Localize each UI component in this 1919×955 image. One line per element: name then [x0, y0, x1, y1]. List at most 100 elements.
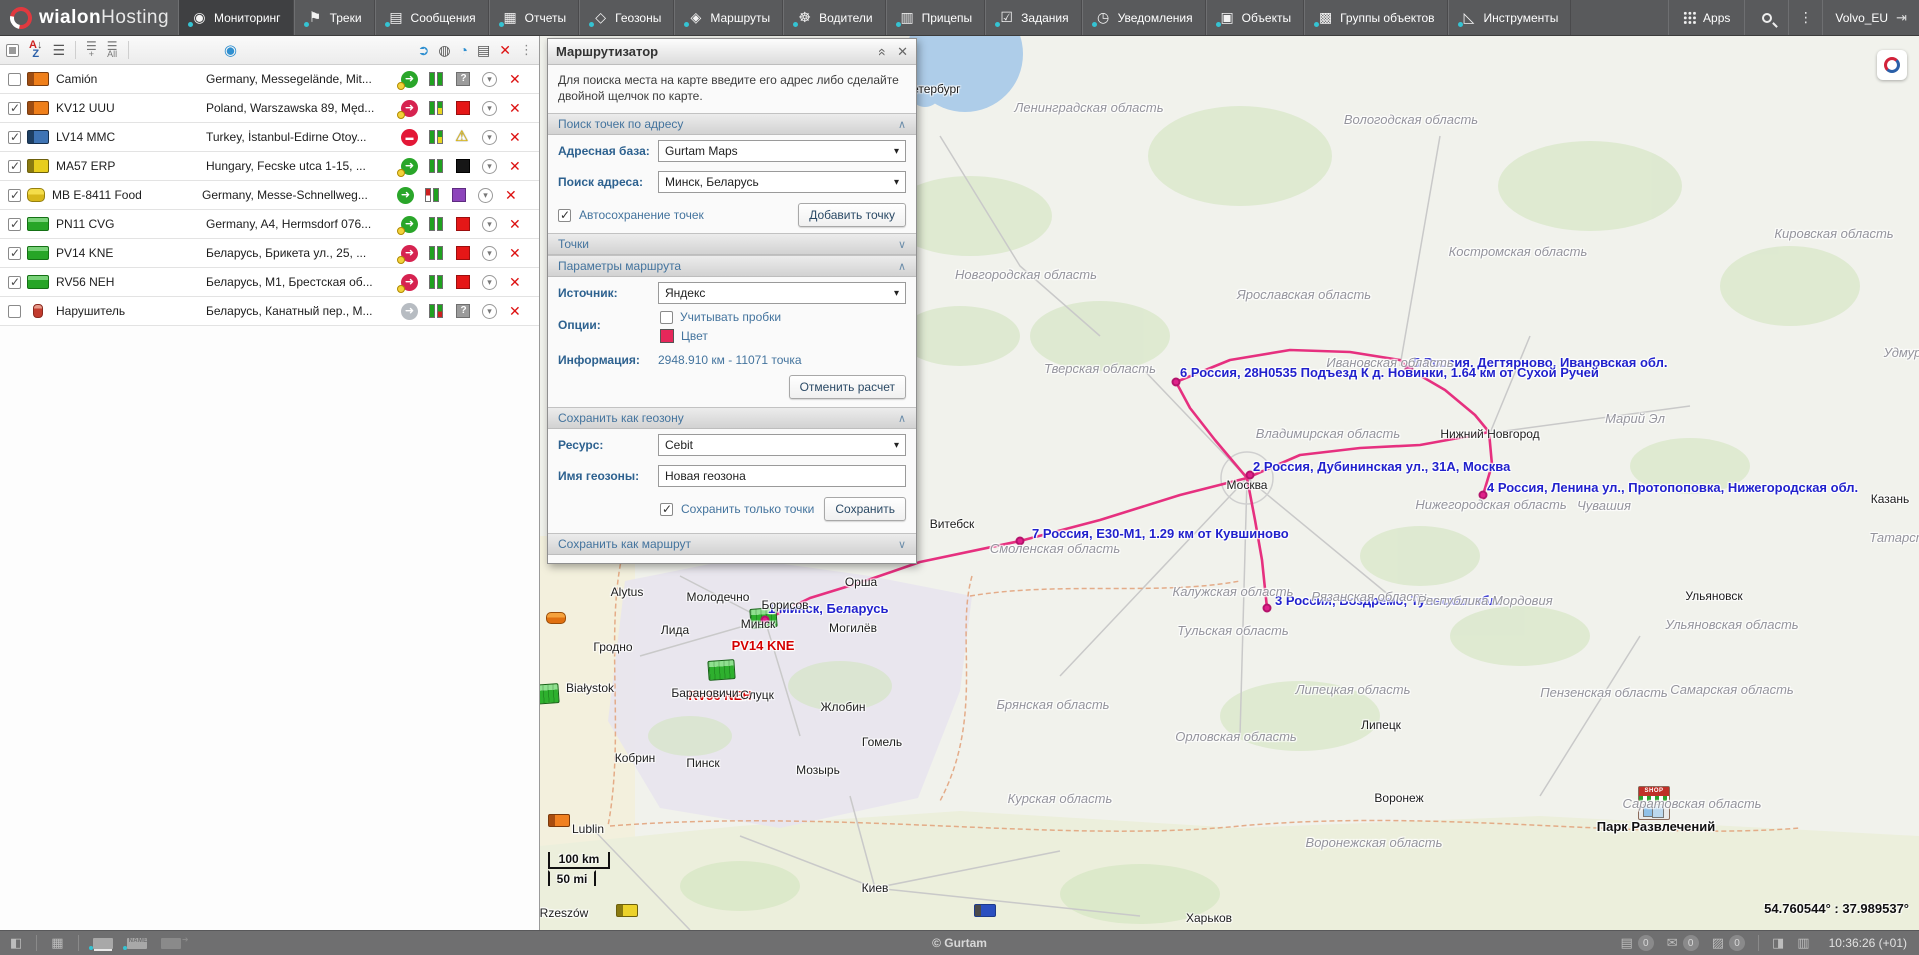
- close-panel-icon[interactable]: ✕: [897, 44, 908, 60]
- unit-menu-chevron-icon[interactable]: [482, 101, 497, 116]
- address-base-select[interactable]: Gurtam Maps▾: [658, 140, 906, 162]
- unit-status-icon[interactable]: [452, 188, 466, 202]
- grid-view-icon[interactable]: ▦: [51, 935, 63, 951]
- nav-tab[interactable]: Прицепы: [886, 0, 986, 35]
- unit-row[interactable]: Camión Germany, Messegelände, Mit...: [0, 65, 539, 94]
- unit-menu-chevron-icon[interactable]: [482, 217, 497, 232]
- nav-tab[interactable]: Задания: [985, 0, 1081, 35]
- section-points[interactable]: Точки ∨: [548, 233, 916, 255]
- save-button[interactable]: Сохранить: [824, 497, 906, 521]
- resource-select[interactable]: Cebit▾: [658, 434, 906, 456]
- unit-menu-chevron-icon[interactable]: [482, 246, 497, 261]
- unit-row[interactable]: Нарушитель Беларусь, Канатный пер., М...: [0, 297, 539, 326]
- monitor-columns-icon[interactable]: ▤: [477, 42, 490, 58]
- unit-name[interactable]: Нарушитель: [56, 304, 206, 318]
- user-menu[interactable]: Volvo_EU ⇥: [1822, 0, 1919, 35]
- gps-state-icon[interactable]: ◔: [460, 42, 468, 58]
- show-units-on-map-icon[interactable]: [93, 938, 113, 949]
- unit-status-icon[interactable]: [456, 130, 470, 144]
- mail-counter[interactable]: ✉ 0: [1667, 935, 1699, 951]
- satellite-connection-icon[interactable]: ◍: [438, 42, 450, 58]
- unit-row[interactable]: PV14 KNE Беларусь, Брикета ул., 25, ...: [0, 239, 539, 268]
- unit-name[interactable]: MB E-8411 Food: [52, 188, 202, 202]
- unit-menu-chevron-icon[interactable]: [482, 130, 497, 145]
- follow-units-icon[interactable]: [161, 938, 181, 949]
- nav-tab[interactable]: Мониторинг: [178, 0, 294, 35]
- remove-unit-icon[interactable]: [509, 303, 521, 320]
- unit-visibility-checkbox[interactable]: [8, 189, 21, 202]
- nav-tab[interactable]: Сообщения: [375, 0, 489, 35]
- unit-status-icon[interactable]: [456, 275, 470, 289]
- remove-unit-icon[interactable]: [509, 245, 521, 262]
- address-search-select[interactable]: Минск, Беларусь▾: [658, 171, 906, 193]
- unit-visibility-checkbox[interactable]: [8, 131, 21, 144]
- unit-visibility-checkbox[interactable]: [8, 160, 21, 173]
- add-units-button[interactable]: ☰+: [86, 42, 97, 58]
- nav-tab[interactable]: Уведомления: [1082, 0, 1206, 35]
- section-search-by-address[interactable]: Поиск точек по адресу ∧: [548, 113, 916, 135]
- unit-name[interactable]: RV56 NEH: [56, 275, 206, 289]
- nav-tab[interactable]: Маршруты: [674, 0, 783, 35]
- unit-visibility-checkbox[interactable]: [8, 73, 21, 86]
- geofence-name-input[interactable]: Новая геозона: [658, 465, 906, 487]
- route-color-swatch[interactable]: [660, 329, 674, 343]
- remove-unit-icon[interactable]: [509, 158, 521, 175]
- unit-status-icon[interactable]: [456, 246, 470, 260]
- unit-name[interactable]: PN11 CVG: [56, 217, 206, 231]
- nav-tab[interactable]: Группы объектов: [1304, 0, 1447, 35]
- select-all-checkbox[interactable]: [6, 44, 19, 57]
- unit-name[interactable]: KV12 UUU: [56, 101, 206, 115]
- unit-row[interactable]: KV12 UUU Poland, Warszawska 89, Męd...: [0, 94, 539, 123]
- unit-visibility-checkbox[interactable]: [8, 276, 21, 289]
- section-save-as-geofence[interactable]: Сохранить как геозону ∧: [548, 407, 916, 429]
- unit-row[interactable]: LV14 MMC Turkey, İstanbul-Edirne Otoy...: [0, 123, 539, 152]
- unit-name[interactable]: Camión: [56, 72, 206, 86]
- save-points-only-checkbox[interactable]: [660, 503, 673, 516]
- unit-status-icon[interactable]: [456, 159, 470, 173]
- consider-traffic-checkbox[interactable]: [660, 311, 673, 324]
- section-save-as-route[interactable]: Сохранить как маршрут ∨: [548, 533, 916, 555]
- autosave-points-checkbox[interactable]: [558, 209, 571, 222]
- unit-menu-chevron-icon[interactable]: [482, 72, 497, 87]
- router-panel-header[interactable]: Маршрутизатор « ✕: [548, 39, 916, 65]
- unit-visibility-checkbox[interactable]: [8, 102, 21, 115]
- apps-button[interactable]: Apps: [1668, 0, 1744, 35]
- unit-menu-chevron-icon[interactable]: [482, 304, 497, 319]
- unit-row[interactable]: MA57 ERP Hungary, Fecske utca 1-15, ...: [0, 152, 539, 181]
- unit-row[interactable]: PN11 CVG Germany, A4, Hermsdorf 076...: [0, 210, 539, 239]
- events-counter[interactable]: ▤ 0: [1621, 935, 1654, 951]
- nav-tab[interactable]: Инструменты: [1448, 0, 1572, 35]
- unit-visibility-checkbox[interactable]: [8, 247, 21, 260]
- search-button[interactable]: [1744, 0, 1788, 35]
- remove-unit-icon[interactable]: [505, 187, 517, 204]
- unit-name[interactable]: MA57 ERP: [56, 159, 206, 173]
- remove-unit-icon[interactable]: [509, 100, 521, 117]
- show-unit-names-icon[interactable]: NAME: [127, 938, 147, 949]
- sort-az-button[interactable]: A↓Z: [29, 41, 42, 59]
- unit-status-icon[interactable]: [456, 72, 470, 86]
- unit-status-icon[interactable]: [456, 304, 470, 318]
- unit-row[interactable]: RV56 NEH Беларусь, М1, Брестская об...: [0, 268, 539, 297]
- nav-tab[interactable]: Водители: [783, 0, 885, 35]
- show-on-map-icon[interactable]: ◉: [224, 41, 237, 59]
- unit-status-icon[interactable]: [456, 101, 470, 115]
- unit-visibility-checkbox[interactable]: [8, 305, 21, 318]
- unit-menu-chevron-icon[interactable]: [478, 188, 493, 203]
- cancel-calculation-button[interactable]: Отменить расчет: [789, 375, 906, 399]
- nav-tab[interactable]: Геозоны: [579, 0, 674, 35]
- remove-unit-icon[interactable]: [509, 274, 521, 291]
- list-menu-dots-icon[interactable]: ⋮: [520, 42, 533, 58]
- minimap-icon[interactable]: ▥: [1797, 935, 1809, 951]
- nav-tab[interactable]: Треки: [294, 0, 375, 35]
- unit-name[interactable]: PV14 KNE: [56, 246, 206, 260]
- track-settings-icon[interactable]: ➲: [418, 42, 430, 58]
- nav-tab[interactable]: Объекты: [1206, 0, 1305, 35]
- collapse-panel-icon[interactable]: «: [873, 48, 889, 56]
- unit-status-icon[interactable]: [456, 217, 470, 231]
- more-menu-button[interactable]: ⋮: [1788, 0, 1822, 35]
- remove-unit-icon[interactable]: [509, 129, 521, 146]
- unit-row[interactable]: MB E-8411 Food Germany, Messe-Schnellweg…: [0, 181, 539, 210]
- panel-toggle-icon[interactable]: ◧: [10, 935, 22, 951]
- remove-unit-icon[interactable]: [509, 71, 521, 88]
- list-view-icon[interactable]: ☰: [52, 42, 65, 58]
